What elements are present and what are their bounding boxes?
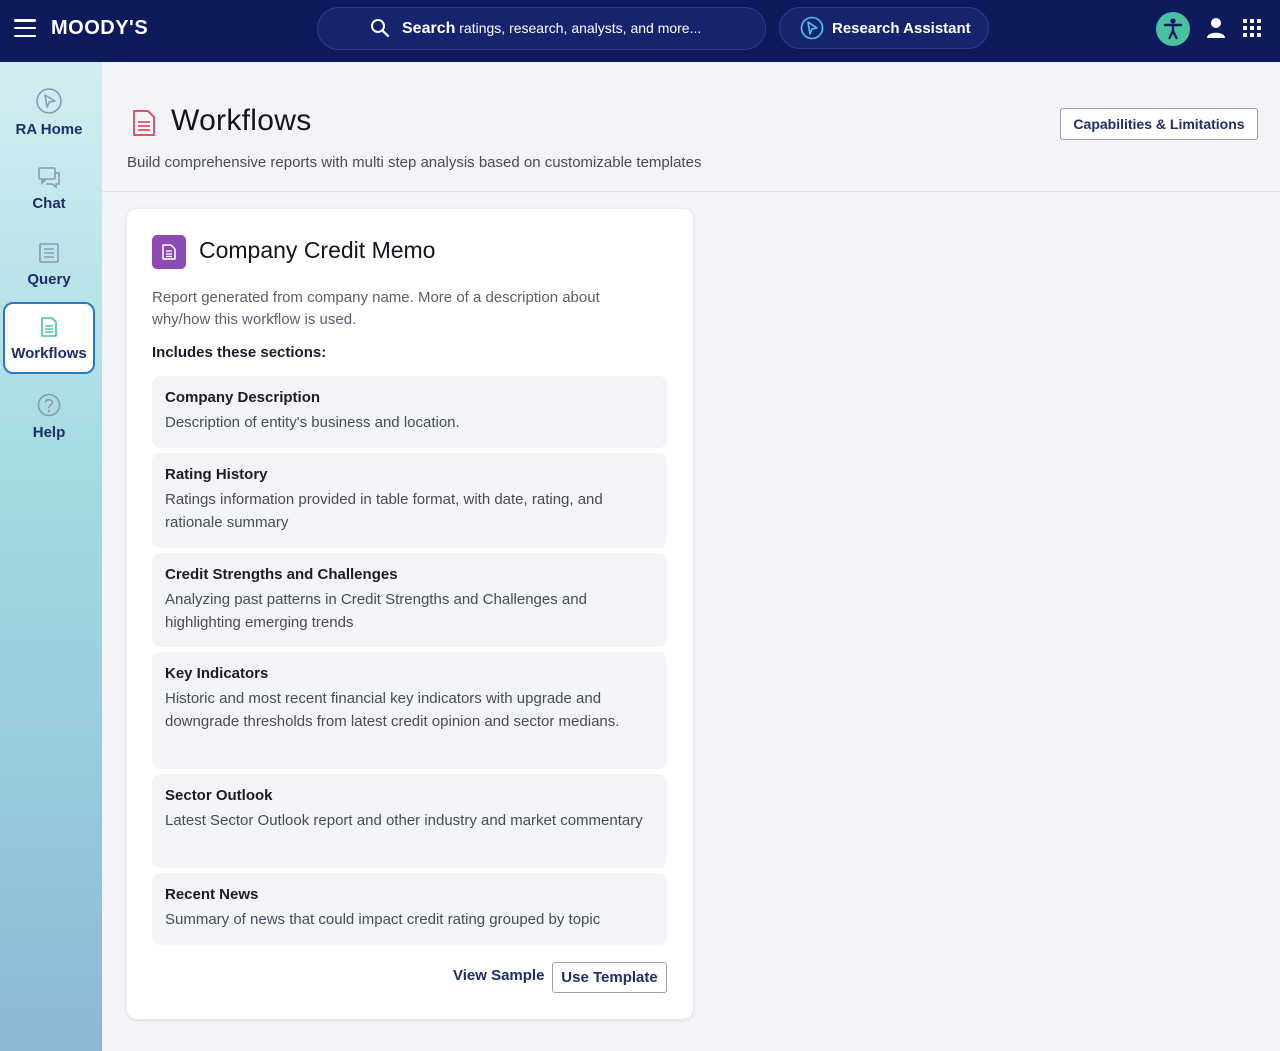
card-description: Report generated from company name. More…	[152, 289, 600, 328]
section-description: Historic and most recent financial key i…	[165, 690, 620, 730]
section-description: Description of entity's business and loc…	[165, 414, 460, 431]
card-icon-badge	[152, 235, 186, 269]
accessibility-icon	[1163, 18, 1183, 40]
sidebar-item-ra-home[interactable]: RA Home	[3, 77, 95, 147]
card-title: Company Credit Memo	[199, 237, 436, 263]
capabilities-limitations-button[interactable]: Capabilities & Limitations	[1060, 108, 1258, 140]
section-title: Credit Strengths and Challenges	[165, 566, 398, 583]
page-header: Workflows Build comprehensive reports wi…	[102, 62, 1280, 192]
section-description: Latest Sector Outlook report and other i…	[165, 812, 643, 829]
sidebar-item-query[interactable]: Query	[3, 229, 95, 299]
section-title: Rating History	[165, 466, 268, 483]
workflows-icon	[41, 316, 57, 337]
ra-home-icon	[36, 87, 62, 114]
search-input[interactable]: Search ratings, research, analysts, and …	[317, 7, 766, 50]
research-assistant-label: Research Assistant	[832, 19, 971, 37]
section-item: Credit Strengths and Challenges Analyzin…	[152, 553, 667, 647]
sidebar-item-help[interactable]: Help	[3, 381, 95, 451]
user-icon[interactable]	[1205, 16, 1227, 40]
query-icon	[39, 242, 59, 263]
section-item: Sector Outlook Latest Sector Outlook rep…	[152, 774, 667, 868]
section-item: Rating History Ratings information provi…	[152, 453, 667, 548]
sidebar-item-label: Workflows	[11, 344, 87, 362]
section-description: Summary of news that could impact credit…	[165, 911, 601, 928]
brand-logo[interactable]: MOODY'S	[51, 17, 148, 40]
section-title: Key Indicators	[165, 665, 269, 682]
section-description: Ratings information provided in table fo…	[165, 491, 603, 531]
sidebar-item-chat[interactable]: Chat	[3, 153, 95, 223]
sidebar-item-label: Query	[27, 270, 71, 288]
section-description: Analyzing past patterns in Credit Streng…	[165, 591, 587, 631]
section-title: Recent News	[165, 886, 259, 903]
section-title: Sector Outlook	[165, 787, 273, 804]
research-assistant-icon	[800, 16, 824, 40]
document-icon	[133, 110, 155, 136]
sidebar-item-workflows[interactable]: Workflows	[3, 302, 95, 374]
search-label: Search	[402, 19, 456, 37]
search-placeholder: ratings, research, analysts, and more...	[455, 19, 702, 36]
top-navigation-bar: MOODY'S Search ratings, research, analys…	[0, 0, 1280, 62]
document-icon	[162, 244, 176, 260]
research-assistant-button[interactable]: Research Assistant	[779, 7, 989, 49]
page-subtitle: Build comprehensive reports with multi s…	[127, 154, 702, 171]
page-title: Workflows	[171, 104, 312, 137]
sidebar-item-label: Chat	[32, 194, 66, 212]
chat-icon	[38, 166, 60, 189]
section-item: Company Description Description of entit…	[152, 376, 667, 448]
hamburger-icon[interactable]	[14, 19, 36, 37]
sidebar-item-label: Help	[32, 423, 66, 441]
section-item: Key Indicators Historic and most recent …	[152, 652, 667, 769]
search-icon	[371, 19, 390, 38]
sidebar-item-label: RA Home	[15, 120, 83, 138]
workflow-card: Company Credit Memo Report generated fro…	[127, 209, 693, 1019]
view-sample-link[interactable]: View Sample	[453, 967, 544, 984]
apps-grid-icon[interactable]	[1243, 19, 1261, 37]
section-item: Recent News Summary of news that could i…	[152, 873, 667, 945]
sidebar: RA Home Chat Query Workflows Help	[0, 62, 102, 1051]
section-title: Company Description	[165, 389, 321, 406]
use-template-button[interactable]: Use Template	[552, 962, 667, 993]
includes-label: Includes these sections:	[152, 344, 327, 361]
help-icon	[37, 393, 61, 416]
accessibility-button[interactable]	[1156, 12, 1190, 46]
